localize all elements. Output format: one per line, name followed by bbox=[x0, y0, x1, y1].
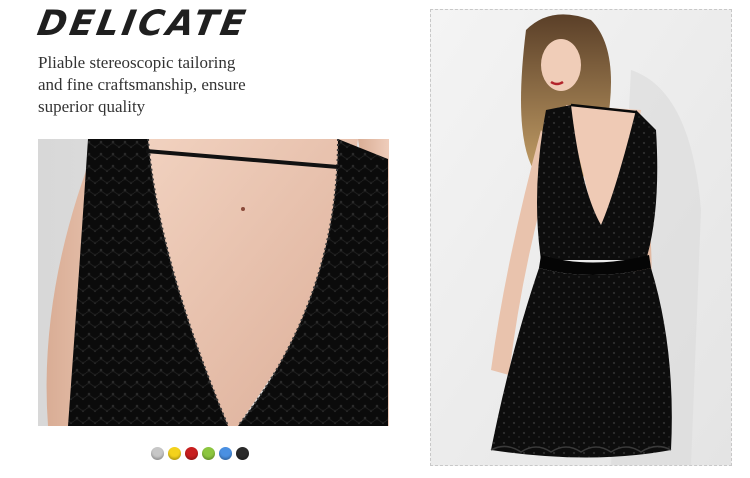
dress-back-detail-illustration bbox=[38, 139, 389, 426]
dress-back-detail-photo bbox=[38, 139, 389, 426]
model-wearing-dress-illustration bbox=[431, 10, 731, 465]
color-swatch-silver[interactable] bbox=[151, 447, 164, 460]
color-swatch-green[interactable] bbox=[202, 447, 215, 460]
tagline-line: and fine craftsmanship, ensure bbox=[38, 75, 246, 94]
color-swatch-list bbox=[151, 447, 249, 460]
product-tagline: Pliable stereoscopic tailoring and fine … bbox=[38, 52, 298, 118]
color-swatch-red[interactable] bbox=[185, 447, 198, 460]
color-swatch-yellow[interactable] bbox=[168, 447, 181, 460]
tagline-line: superior quality bbox=[38, 97, 146, 116]
tagline-line: Pliable stereoscopic tailoring bbox=[38, 53, 236, 72]
model-photo bbox=[430, 9, 732, 466]
color-swatch-black[interactable] bbox=[236, 447, 249, 460]
color-swatch-blue[interactable] bbox=[219, 447, 232, 460]
page-title: DELICATE bbox=[34, 4, 252, 44]
